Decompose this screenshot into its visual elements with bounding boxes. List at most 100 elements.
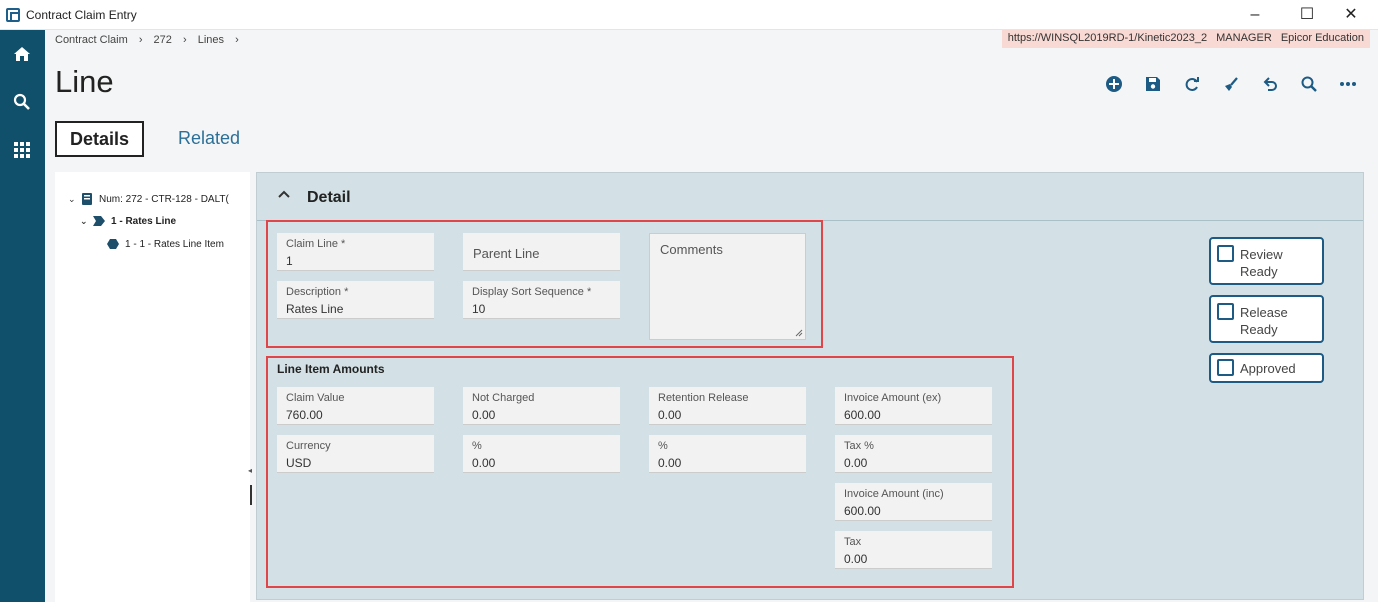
page-title: Line: [55, 64, 114, 99]
tax-percent-field[interactable]: Tax % 0.00: [835, 435, 992, 473]
book-icon: [82, 193, 92, 205]
not-charged-percent-field[interactable]: % 0.00: [463, 435, 620, 473]
field-label: Currency: [286, 440, 331, 452]
field-value: 0.00: [658, 408, 682, 422]
resize-grip-icon[interactable]: [795, 329, 803, 337]
breadcrumb-contract-claim[interactable]: Contract Claim: [55, 34, 128, 46]
collapse-arrow-icon[interactable]: ◂: [248, 466, 252, 475]
more-options-icon[interactable]: [1338, 74, 1358, 94]
checkbox-label: Approved: [1240, 361, 1296, 376]
env-company: Epicor Education: [1280, 32, 1364, 44]
undo-icon[interactable]: [1260, 74, 1280, 94]
field-value: 760.00: [286, 408, 323, 422]
breadcrumb-separator: ›: [182, 34, 187, 46]
checkbox-label: Review Ready: [1240, 247, 1283, 279]
field-placeholder: Parent Line: [473, 246, 540, 261]
field-value: 1: [286, 254, 293, 268]
maximize-button[interactable]: ☐: [1296, 4, 1318, 26]
tree-grandchild-label: 1 - 1 - Rates Line Item: [125, 238, 224, 250]
tree-root-label: Num: 272 - CTR-128 - DALT(: [99, 193, 229, 205]
chevron-down-icon[interactable]: ⌄: [68, 194, 78, 205]
env-user: MANAGER: [1216, 32, 1272, 44]
clear-brush-icon[interactable]: [1221, 74, 1241, 94]
tree-panel: ⌄ Num: 272 - CTR-128 - DALT( ⌄ 1 - Rates…: [55, 172, 250, 602]
field-label: Claim Line *: [286, 238, 346, 250]
invoice-amount-ex-field[interactable]: Invoice Amount (ex) 600.00: [835, 387, 992, 425]
add-new-icon[interactable]: [1104, 74, 1124, 94]
claim-value-field[interactable]: Claim Value 760.00: [277, 387, 434, 425]
panel-splitter[interactable]: [250, 485, 252, 505]
field-label: Tax %: [844, 440, 874, 452]
field-label: Invoice Amount (ex): [844, 392, 942, 404]
field-value: 600.00: [844, 408, 881, 422]
nav-rail: [0, 30, 45, 602]
breadcrumb-separator: ›: [138, 34, 143, 46]
env-server: https://WINSQL2019RD-1/Kinetic2023_2: [1007, 32, 1208, 44]
window-title: Contract Claim Entry: [26, 8, 137, 22]
checkbox-square[interactable]: [1217, 359, 1234, 376]
detail-panel-title: Detail: [307, 189, 351, 206]
checkbox-square[interactable]: [1217, 245, 1234, 262]
retention-release-field[interactable]: Retention Release 0.00: [649, 387, 806, 425]
tree-node-root[interactable]: ⌄ Num: 272 - CTR-128 - DALT(: [68, 192, 229, 206]
breadcrumb-lines[interactable]: Lines: [198, 34, 224, 46]
field-value: 600.00: [844, 504, 881, 518]
field-label: Not Charged: [472, 392, 535, 404]
apps-grid-icon[interactable]: [8, 136, 36, 164]
tree-child-label: 1 - Rates Line: [111, 215, 177, 227]
not-charged-field[interactable]: Not Charged 0.00: [463, 387, 620, 425]
breadcrumb-272[interactable]: 272: [154, 34, 172, 46]
breadcrumb: Contract Claim › 272 › Lines ›: [55, 34, 247, 46]
field-placeholder: Comments: [660, 242, 723, 257]
app-logo-icon: [6, 8, 20, 22]
retention-percent-field[interactable]: % 0.00: [649, 435, 806, 473]
invoice-amount-inc-field[interactable]: Invoice Amount (inc) 600.00: [835, 483, 992, 521]
save-icon[interactable]: [1143, 74, 1163, 94]
arrow-tag-icon: [93, 216, 105, 226]
hexagon-icon: [107, 239, 119, 249]
review-ready-checkbox[interactable]: Review Ready: [1209, 237, 1324, 285]
field-value: 0.00: [844, 456, 868, 470]
field-label: Retention Release: [658, 392, 749, 404]
search-icon[interactable]: [8, 88, 36, 116]
display-sort-sequence-field[interactable]: Display Sort Sequence * 10: [463, 281, 620, 319]
field-label: Invoice Amount (inc): [844, 488, 944, 500]
close-button[interactable]: ✕: [1340, 4, 1362, 26]
refresh-icon[interactable]: [1182, 74, 1202, 94]
detail-panel: Detail Claim Line * 1 Parent Line Commen…: [256, 172, 1364, 600]
field-value: USD: [286, 456, 312, 470]
description-field[interactable]: Description * Rates Line: [277, 281, 434, 319]
tab-related[interactable]: Related: [178, 128, 240, 149]
line-item-amounts-title: Line Item Amounts: [277, 362, 385, 376]
checkbox-square[interactable]: [1217, 303, 1234, 320]
minimize-button[interactable]: –: [1244, 4, 1266, 26]
breadcrumb-separator: ›: [235, 34, 239, 46]
field-value: 0.00: [472, 408, 496, 422]
detail-panel-header[interactable]: Detail: [257, 173, 1363, 221]
toolbar: [1104, 74, 1358, 94]
field-value: Rates Line: [286, 302, 344, 316]
tab-details[interactable]: Details: [55, 121, 144, 157]
chevron-up-icon[interactable]: [277, 187, 291, 201]
comments-textarea[interactable]: Comments: [649, 233, 806, 340]
field-value: 10: [472, 302, 486, 316]
field-label: Claim Value: [286, 392, 345, 404]
claim-line-field[interactable]: Claim Line * 1: [277, 233, 434, 271]
main-area: Contract Claim › 272 › Lines › https://W…: [45, 30, 1378, 602]
field-value: 0.00: [844, 552, 868, 566]
chevron-down-icon[interactable]: ⌄: [80, 216, 90, 227]
tree-node-child[interactable]: ⌄ 1 - Rates Line: [80, 215, 176, 227]
home-icon[interactable]: [8, 40, 36, 68]
field-value: 0.00: [472, 456, 496, 470]
release-ready-checkbox[interactable]: Release Ready: [1209, 295, 1324, 343]
approved-checkbox[interactable]: Approved: [1209, 353, 1324, 383]
checkbox-label: Release Ready: [1240, 305, 1288, 337]
title-bar: Contract Claim Entry – ☐ ✕: [0, 0, 1378, 30]
parent-line-field[interactable]: Parent Line: [463, 233, 620, 271]
tax-field[interactable]: Tax 0.00: [835, 531, 992, 569]
currency-field[interactable]: Currency USD: [277, 435, 434, 473]
field-value: 0.00: [658, 456, 682, 470]
field-label: Tax: [844, 536, 862, 548]
tree-node-grandchild[interactable]: 1 - 1 - Rates Line Item: [107, 238, 224, 250]
search-icon[interactable]: [1299, 74, 1319, 94]
